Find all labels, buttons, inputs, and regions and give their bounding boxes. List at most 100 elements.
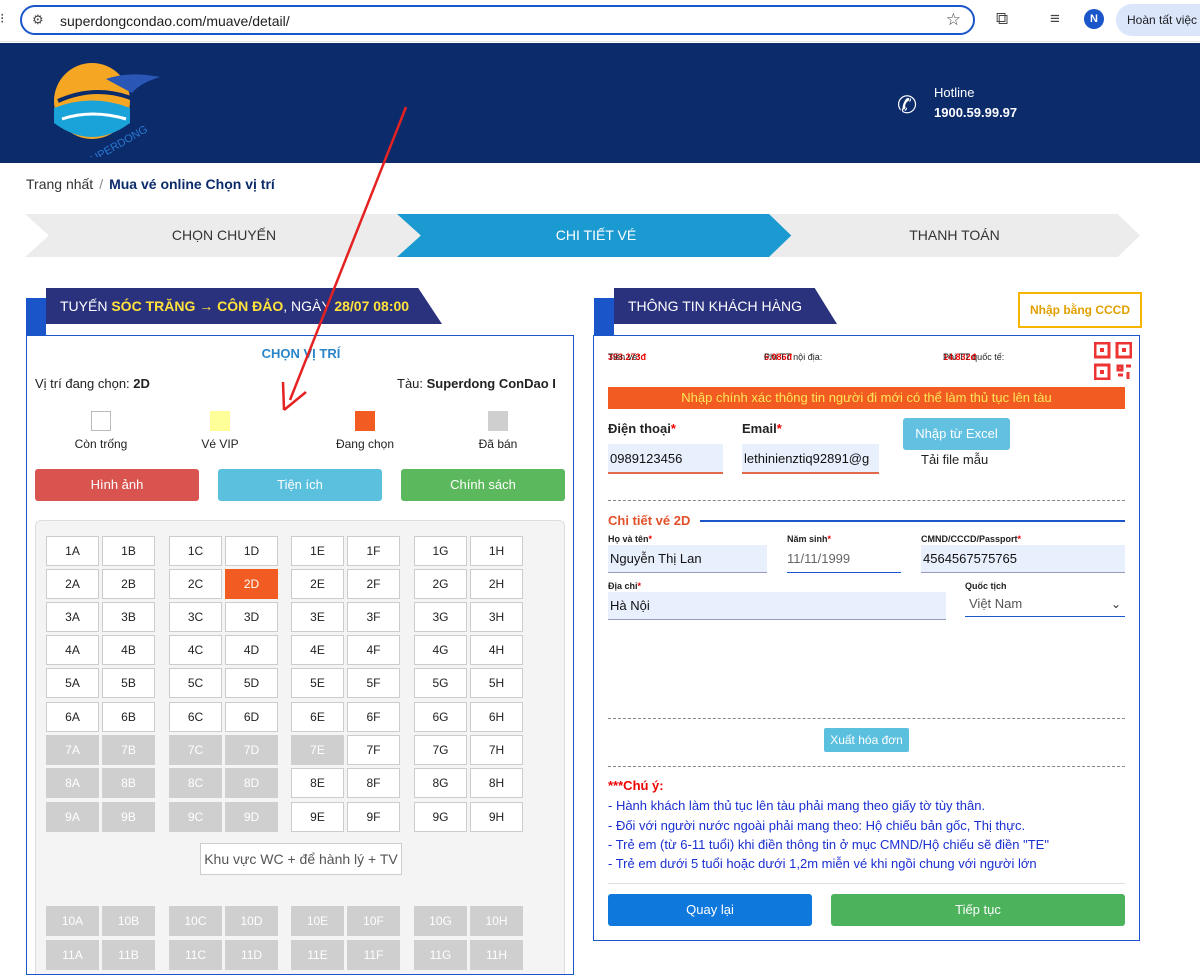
fullname-input[interactable]: Nguyễn Thị Lan xyxy=(608,545,767,573)
policy-button[interactable]: Chính sách xyxy=(401,469,565,501)
seat-6A[interactable]: 6A xyxy=(46,702,99,732)
legend-item: Đang chọn xyxy=(305,411,425,451)
seat-3G[interactable]: 3G xyxy=(414,602,467,632)
email-input[interactable]: lethinienztiq92891@g xyxy=(742,444,879,474)
id-number-input[interactable]: 4564567575765 xyxy=(921,545,1125,573)
seat-4H[interactable]: 4H xyxy=(470,635,523,665)
seat-1D[interactable]: 1D xyxy=(225,536,278,566)
seat-2B[interactable]: 2B xyxy=(102,569,155,599)
seat-5H[interactable]: 5H xyxy=(470,668,523,698)
seat-2G[interactable]: 2G xyxy=(414,569,467,599)
seat-1C[interactable]: 1C xyxy=(169,536,222,566)
seat-8F[interactable]: 8F xyxy=(347,768,400,798)
seat-1F[interactable]: 1F xyxy=(347,536,400,566)
step-choose-trip[interactable]: CHỌN CHUYẾN xyxy=(25,214,423,257)
seat-4B[interactable]: 4B xyxy=(102,635,155,665)
seat-11G: 11G xyxy=(414,940,467,970)
images-button[interactable]: Hình ảnh xyxy=(35,469,199,501)
seat-9G[interactable]: 9G xyxy=(414,802,467,832)
seat-4G[interactable]: 4G xyxy=(414,635,467,665)
breadcrumb-home[interactable]: Trang nhất xyxy=(26,176,93,192)
profile-avatar[interactable]: N xyxy=(1084,9,1104,29)
seat-10C: 10C xyxy=(169,906,222,936)
seat-9E[interactable]: 9E xyxy=(291,802,344,832)
seat-4C[interactable]: 4C xyxy=(169,635,222,665)
export-invoice-button[interactable]: Xuất hóa đơn xyxy=(824,728,909,752)
step-payment[interactable]: THANH TOÁN xyxy=(769,214,1140,257)
seat-3E[interactable]: 3E xyxy=(291,602,344,632)
tab-edge-icon: ⁝ xyxy=(0,10,5,26)
seat-2F[interactable]: 2F xyxy=(347,569,400,599)
seat-3F[interactable]: 3F xyxy=(347,602,400,632)
seat-map: Khu vực WC + để hành lý + TV 1A 1B 1C 1D 1E 1… xyxy=(35,520,565,974)
seat-1G[interactable]: 1G xyxy=(414,536,467,566)
seat-5E[interactable]: 5E xyxy=(291,668,344,698)
continue-button[interactable]: Tiếp tục xyxy=(831,894,1125,926)
fullname-label-text: Họ và tên xyxy=(608,534,649,544)
address-label: Địa chỉ* xyxy=(608,581,641,591)
seat-2H[interactable]: 2H xyxy=(470,569,523,599)
seat-1B[interactable]: 1B xyxy=(102,536,155,566)
url-text[interactable]: superdongcondao.com/muave/detail/ xyxy=(60,13,290,29)
bookmark-star-icon[interactable]: ☆ xyxy=(946,10,961,30)
seat-section-title: CHỌN VỊ TRÍ xyxy=(261,346,341,361)
seat-4F[interactable]: 4F xyxy=(347,635,400,665)
seat-5C[interactable]: 5C xyxy=(169,668,222,698)
seat-2D[interactable]: 2D xyxy=(225,569,278,599)
seat-6C[interactable]: 6C xyxy=(169,702,222,732)
step-ticket-details[interactable]: CHI TIẾT VÉ xyxy=(397,214,795,257)
import-excel-button[interactable]: Nhập từ Excel xyxy=(903,418,1010,450)
seat-5D[interactable]: 5D xyxy=(225,668,278,698)
superdong-logo[interactable]: SUPERDONG xyxy=(48,53,168,157)
seat-7H[interactable]: 7H xyxy=(470,735,523,765)
nationality-select[interactable]: Việt Nam ⌄ xyxy=(965,593,1125,617)
seat-5F[interactable]: 5F xyxy=(347,668,400,698)
seat-4E[interactable]: 4E xyxy=(291,635,344,665)
seat-6H[interactable]: 6H xyxy=(470,702,523,732)
seat-9H[interactable]: 9H xyxy=(470,802,523,832)
ship-info: Tàu: Superdong ConDao I xyxy=(397,376,556,391)
seat-3H[interactable]: 3H xyxy=(470,602,523,632)
seat-2C[interactable]: 2C xyxy=(169,569,222,599)
finish-update-button[interactable]: Hoàn tất việc c xyxy=(1116,4,1200,36)
seat-6B[interactable]: 6B xyxy=(102,702,155,732)
seat-9F[interactable]: 9F xyxy=(347,802,400,832)
back-button[interactable]: Quay lại xyxy=(608,894,812,926)
seat-8H[interactable]: 8H xyxy=(470,768,523,798)
seat-6F[interactable]: 6F xyxy=(347,702,400,732)
seat-7G[interactable]: 7G xyxy=(414,735,467,765)
qr-scan-icon[interactable] xyxy=(1094,342,1132,380)
seat-2E[interactable]: 2E xyxy=(291,569,344,599)
extensions-icon[interactable]: ⧉ xyxy=(996,9,1008,29)
seat-4D[interactable]: 4D xyxy=(225,635,278,665)
seat-6E[interactable]: 6E xyxy=(291,702,344,732)
seat-5B[interactable]: 5B xyxy=(102,668,155,698)
seat-6D[interactable]: 6D xyxy=(225,702,278,732)
seat-3D[interactable]: 3D xyxy=(225,602,278,632)
download-template-link[interactable]: Tải file mẫu xyxy=(921,452,988,467)
seat-4A[interactable]: 4A xyxy=(46,635,99,665)
birth-year-input[interactable]: 11/11/1999 xyxy=(787,545,901,573)
seat-6G[interactable]: 6G xyxy=(414,702,467,732)
seat-3A[interactable]: 3A xyxy=(46,602,99,632)
seat-3C[interactable]: 3C xyxy=(169,602,222,632)
media-queue-icon[interactable]: ≡ xyxy=(1050,9,1060,29)
seat-3B[interactable]: 3B xyxy=(102,602,155,632)
seat-1H[interactable]: 1H xyxy=(470,536,523,566)
seat-5A[interactable]: 5A xyxy=(46,668,99,698)
seat-1A[interactable]: 1A xyxy=(46,536,99,566)
utilities-button[interactable]: Tiện ích xyxy=(218,469,382,501)
seat-5G[interactable]: 5G xyxy=(414,668,467,698)
seat-1E[interactable]: 1E xyxy=(291,536,344,566)
hotline-number[interactable]: 1900.59.99.97 xyxy=(934,105,1017,120)
phone-input[interactable]: 0989123456 xyxy=(608,444,723,474)
seat-8E[interactable]: 8E xyxy=(291,768,344,798)
seat-8G[interactable]: 8G xyxy=(414,768,467,798)
address-input[interactable]: Hà Nội xyxy=(608,592,946,620)
seat-7F[interactable]: 7F xyxy=(347,735,400,765)
enter-by-cccd-button[interactable]: Nhập bằng CCCD xyxy=(1018,292,1142,328)
seat-2A[interactable]: 2A xyxy=(46,569,99,599)
site-info-icon[interactable]: ⚙ xyxy=(32,12,44,28)
intl-fee-label: Phí TT quốc tế: xyxy=(943,352,1005,362)
address-bar[interactable]: ⚙ superdongcondao.com/muave/detail/ ☆ xyxy=(20,5,975,35)
